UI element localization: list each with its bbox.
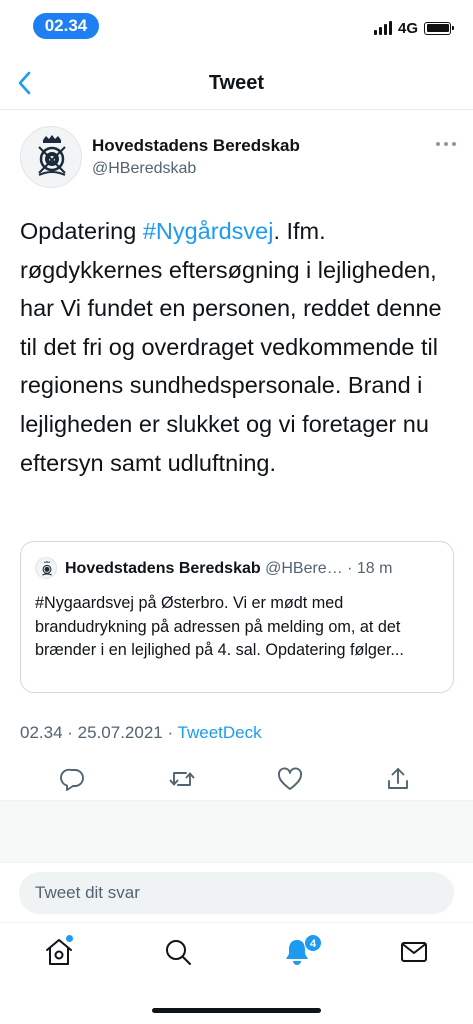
- home-indicator: [152, 1008, 321, 1013]
- share-icon: [388, 768, 408, 789]
- quoted-author-name: Hovedstadens Beredskab: [65, 560, 261, 577]
- quoted-tweet-card[interactable]: Hovedstadens Beredskab @HBere… · 18 m #N…: [20, 541, 454, 693]
- tweet-author: Hovedstadens Beredskab @HBeredskab: [20, 126, 460, 188]
- avatar[interactable]: [20, 126, 82, 188]
- tweet-text: Opdatering #Nygårdsvej. Ifm. røgdykkerne…: [20, 212, 460, 482]
- fire-department-emblem-icon: [38, 135, 66, 176]
- tweet-meta: 02.34 · 25.07.2021 · TweetDeck: [20, 723, 262, 743]
- tweet-actions: [0, 760, 473, 800]
- quoted-author-handle: @HBere…: [265, 560, 343, 577]
- tweet-source-link[interactable]: TweetDeck: [178, 723, 262, 742]
- reply-button[interactable]: [58, 764, 88, 794]
- reply-icon: [60, 768, 84, 791]
- more-dot: [452, 142, 456, 146]
- notification-badge: 4: [304, 934, 322, 952]
- share-button[interactable]: [383, 764, 413, 794]
- quoted-text: #Nygaardsvej på Østerbro. Vi er mødt med…: [35, 594, 404, 660]
- like-icon: [278, 767, 302, 790]
- bottom-tab-bar: 4: [0, 923, 473, 1024]
- messages-icon: [401, 942, 427, 962]
- home-unread-dot: [66, 935, 73, 942]
- page-title: Tweet: [208, 72, 265, 94]
- tab-messages[interactable]: [397, 935, 431, 969]
- tab-search[interactable]: [161, 935, 195, 969]
- thread-divider: [0, 800, 473, 863]
- more-options-button[interactable]: [436, 138, 460, 150]
- quoted-header: Hovedstadens Beredskab @HBere… · 18 m: [65, 560, 439, 582]
- like-button[interactable]: [275, 764, 305, 794]
- tweet-timestamp: 02.34 · 25.07.2021 ·: [20, 723, 178, 742]
- fire-department-emblem-icon: [42, 560, 52, 576]
- more-dot: [436, 142, 440, 146]
- status-indicators: 4G: [373, 19, 454, 37]
- battery-icon: [424, 21, 454, 35]
- retweet-button[interactable]: [167, 764, 197, 794]
- more-dot: [444, 142, 448, 146]
- author-name[interactable]: Hovedstadens Beredskab: [92, 136, 300, 156]
- search-icon: [166, 940, 191, 965]
- quoted-avatar: [35, 557, 57, 579]
- reply-input[interactable]: Tweet dit svar: [19, 872, 454, 914]
- reply-area: Tweet dit svar: [0, 863, 473, 923]
- status-time: 02.34: [33, 13, 99, 39]
- signal-icon: [373, 21, 392, 35]
- author-handle[interactable]: @HBeredskab: [92, 160, 196, 178]
- quoted-age: · 18 m: [342, 560, 393, 577]
- status-bar: 02.34 4G: [0, 0, 473, 50]
- retweet-icon: [169, 772, 195, 786]
- nav-header: Tweet: [0, 56, 473, 110]
- hashtag-link[interactable]: #Nygårdsvej: [143, 218, 274, 244]
- tweet-text-rest: . Ifm. røgdykkernes eftersøgning i lejli…: [20, 218, 442, 476]
- tweet-text-start: Opdatering: [20, 218, 143, 244]
- network-label: 4G: [397, 19, 418, 37]
